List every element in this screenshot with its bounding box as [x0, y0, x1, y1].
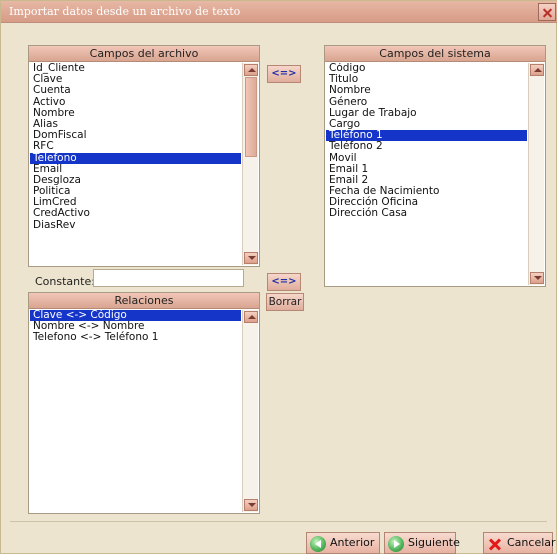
relations-header: Relaciones: [29, 293, 259, 309]
list-item[interactable]: CredActivo: [30, 208, 241, 219]
next-button[interactable]: Siguiente: [384, 532, 460, 554]
previous-button-label: Anterior: [330, 536, 375, 549]
scroll-thumb[interactable]: [245, 77, 257, 157]
constant-label: Constante:: [35, 275, 95, 288]
scroll-up-icon[interactable]: [244, 64, 258, 76]
title-bar: Importar datos desde un archivo de texto: [1, 1, 557, 23]
system-fields-scrollbar[interactable]: [528, 63, 544, 285]
forward-arrow-icon: [388, 536, 404, 552]
scroll-down-icon[interactable]: [530, 272, 544, 284]
system-fields-header: Campos del sistema: [325, 46, 545, 62]
file-fields-header: Campos del archivo: [29, 46, 259, 62]
system-fields-panel: Campos del sistema Código Titulo Nombre Gén…: [324, 45, 546, 287]
next-button-label: Siguiente: [408, 536, 460, 549]
list-item[interactable]: Telefono <-> Teléfono 1: [30, 332, 241, 343]
list-item[interactable]: Teléfono 2: [326, 141, 527, 152]
relations-scrollbar[interactable]: [242, 310, 258, 512]
file-fields-scrollbar[interactable]: [242, 63, 258, 265]
scroll-down-icon[interactable]: [244, 499, 258, 511]
relations-panel: Relaciones Clave <-> Código Nombre <-> No…: [28, 292, 260, 514]
import-dialog: Importar datos desde un archivo de texto…: [0, 0, 557, 554]
scroll-up-icon[interactable]: [530, 64, 544, 76]
list-item[interactable]: Telefono: [30, 152, 241, 164]
file-fields-panel: Campos del archivo Id_Cliente Clave Cuenta…: [28, 45, 260, 267]
swap-fields-button[interactable]: <=>: [267, 65, 301, 83]
constant-input[interactable]: [93, 269, 244, 287]
list-item[interactable]: RFC: [30, 141, 241, 152]
system-fields-list[interactable]: Código Titulo Nombre Género Lugar de Trabajo…: [326, 63, 527, 285]
scroll-up-icon[interactable]: [244, 311, 258, 323]
swap-relations-button[interactable]: <=>: [267, 273, 301, 291]
list-item[interactable]: Dirección Casa: [326, 208, 527, 219]
relations-list[interactable]: Clave <-> Código Nombre <-> Nombre Telefon…: [30, 310, 241, 512]
back-arrow-icon: [310, 536, 326, 552]
scroll-down-icon[interactable]: [244, 252, 258, 264]
cancel-button-label: Cancelar: [507, 536, 556, 549]
list-item[interactable]: DomFiscal: [30, 129, 241, 141]
list-item[interactable]: Nombre: [326, 85, 527, 96]
cancel-icon: [487, 536, 503, 552]
footer-separator: [10, 521, 547, 522]
previous-button[interactable]: Anterior: [306, 532, 380, 554]
close-button[interactable]: [538, 3, 556, 21]
cancel-button[interactable]: Cancelar: [483, 532, 556, 554]
list-item[interactable]: Nombre: [30, 107, 241, 119]
list-item[interactable]: Movil: [326, 152, 527, 164]
window-title: Importar datos desde un archivo de texto: [9, 5, 241, 18]
file-fields-list[interactable]: Id_Cliente Clave Cuenta Activo Nombre Alias Do…: [30, 63, 241, 265]
list-item[interactable]: Cuenta: [30, 85, 241, 96]
delete-button[interactable]: Borrar: [266, 293, 304, 311]
list-item[interactable]: DiasRev: [30, 219, 241, 231]
